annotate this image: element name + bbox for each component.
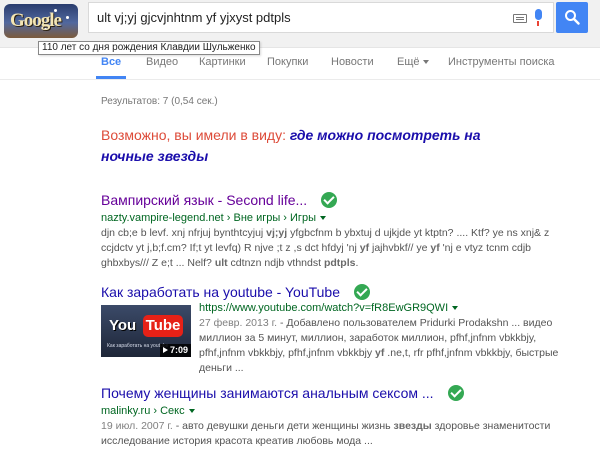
search-result: Вампирский язык - Second life... nazty.v… <box>101 192 581 271</box>
result-url: nazty.vampire-legend.net › Вне игры › Иг… <box>101 212 581 224</box>
video-result-details: https://www.youtube.com/watch?v=fR8EwGR9… <box>199 302 579 376</box>
did-you-mean-prefix: Возможно, вы имели в виду: <box>101 127 286 143</box>
search-input[interactable]: ult vj;yj gjcvjnhtnm yf yjxyst pdtpls <box>88 2 554 33</box>
youtube-logo: You Tube <box>105 313 187 341</box>
video-thumbnail[interactable]: You Tube Как заработать на youtube 7:09 <box>101 305 191 357</box>
result-title-link[interactable]: Почему женщины занимаются анальным сексо… <box>101 385 434 401</box>
verified-check-icon <box>354 284 370 300</box>
tab-more[interactable]: Ещё <box>397 56 429 68</box>
doodle-star-icon <box>66 16 69 19</box>
active-tab-indicator <box>96 76 126 79</box>
result-url: malinky.ru › Секс <box>101 405 581 417</box>
result-url-domain[interactable]: https://www.youtube.com/watch?v=fR8EwGR9… <box>199 302 448 314</box>
verified-check-icon <box>321 192 338 208</box>
url-options-arrow-icon[interactable] <box>188 409 195 414</box>
result-url: https://www.youtube.com/watch?v=fR8EwGR9… <box>199 302 579 314</box>
result-url-crumbs[interactable]: › Вне игры › Игры <box>227 212 316 224</box>
tab-video[interactable]: Видео <box>146 56 178 68</box>
microphone-icon[interactable] <box>534 9 543 27</box>
google-doodle-logo[interactable]: Google <box>4 4 78 38</box>
result-url-domain[interactable]: malinky.ru <box>101 405 150 417</box>
play-icon <box>162 347 168 353</box>
result-title-link[interactable]: Как заработать на youtube - YouTube <box>101 284 340 300</box>
tab-images[interactable]: Картинки <box>199 56 246 68</box>
youtube-logo-you: You <box>109 317 137 334</box>
result-snippet: djn cb;e b levf. xnj nfrjuj bynthtcyjuj … <box>101 227 550 269</box>
did-you-mean: Возможно, вы имели в виду: где можно пос… <box>101 125 521 167</box>
result-stats: Результатов: 7 (0,54 сек.) <box>101 96 218 107</box>
result-title-link[interactable]: Вампирский язык - Second life... <box>101 192 307 208</box>
search-button[interactable] <box>556 2 588 33</box>
url-options-arrow-icon[interactable] <box>319 216 326 221</box>
video-duration-text: 7:09 <box>169 345 188 355</box>
tab-search-tools[interactable]: Инструменты поиска <box>448 56 555 68</box>
tab-news[interactable]: Новости <box>331 56 374 68</box>
video-duration: 7:09 <box>159 344 191 357</box>
search-query-text[interactable]: ult vj;yj gjcvjnhtnm yf yjxyst pdtpls <box>97 10 291 25</box>
magnifier-icon <box>565 10 580 25</box>
result-url-domain[interactable]: nazty.vampire-legend.net <box>101 212 224 224</box>
result-url-crumbs[interactable]: › Секс <box>153 405 184 417</box>
tab-all[interactable]: Все <box>101 56 121 68</box>
search-result-video: Как заработать на youtube - YouTube <box>101 284 581 302</box>
doodle-logo-text: Google <box>10 10 62 31</box>
result-date: 27 февр. 2013 г. <box>199 317 278 329</box>
chevron-down-icon <box>422 60 429 65</box>
youtube-logo-tube: Tube <box>143 315 183 337</box>
result-snippet: 27 февр. 2013 г. - Добавлено пользовател… <box>199 316 579 376</box>
verified-check-icon <box>447 385 464 401</box>
tab-more-label: Ещё <box>397 56 420 68</box>
result-snippet: 19 июл. 2007 г. - авто девушки деньги де… <box>101 419 581 449</box>
keyboard-icon[interactable] <box>513 14 527 23</box>
search-tabs: Все Видео Картинки Покупки Новости Ещё И… <box>0 48 600 80</box>
result-date: 19 июл. 2007 г. <box>101 420 173 432</box>
search-result: Почему женщины занимаются анальным сексо… <box>101 385 581 449</box>
url-options-arrow-icon[interactable] <box>452 306 459 311</box>
tab-shopping[interactable]: Покупки <box>267 56 308 68</box>
